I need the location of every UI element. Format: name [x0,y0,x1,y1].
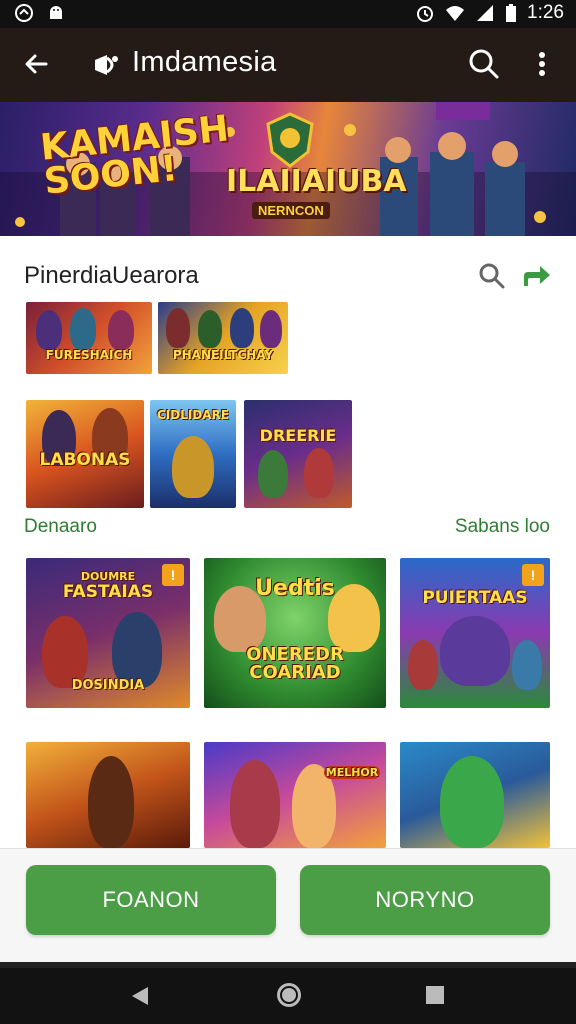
character-art [512,640,542,690]
more-vertical-icon [539,52,545,76]
character-art [108,310,134,350]
character-art [440,756,504,848]
back-arrow-icon [25,54,48,74]
game-thumbnail[interactable]: DREERIE [244,400,352,508]
game-title: CIDLIDARE [156,408,230,422]
row-label-left[interactable]: Denaaro [24,516,97,538]
game-thumbnail[interactable]: MELHOR [204,742,386,848]
banner-emblem-icon [266,112,314,168]
search-icon [469,49,499,79]
status-bar: 1:26 [0,0,576,28]
character-art [230,760,280,848]
game-title: DREERIE [259,426,337,445]
notification-icon [15,4,33,22]
app-bar: Imdamesia [0,28,576,102]
game-thumbnail[interactable]: PHANEILTCHAY [158,302,288,374]
character-art [408,640,438,690]
app-logo-icon [95,55,118,75]
game-thumbnail[interactable] [26,742,190,848]
character-art [230,308,254,348]
character-art [260,310,282,348]
character-art [440,616,510,686]
system-nav-bar [0,968,576,1024]
back-button[interactable] [18,46,54,82]
game-thumbnail[interactable]: LABONAS [26,400,144,508]
alarm-icon [417,6,434,22]
row-label-right[interactable]: Sabans loo [455,516,550,538]
more-options-button[interactable] [528,46,556,82]
nav-back-icon[interactable] [128,984,152,1008]
character-art [214,586,266,652]
game-title: MELHOR [324,766,380,779]
character-art [258,450,288,498]
character-art [328,584,380,652]
signal-icon [477,5,494,21]
game-title: FURESHAICH [45,348,133,362]
status-time: 1:26 [527,2,564,23]
game-title: LABONAS [39,450,131,470]
game-thumbnail[interactable]: FURESHAICH [26,302,152,374]
badge-icon: ! [162,564,184,586]
game-thumbnail[interactable]: Uedtis ONEREDR COARIAD [204,558,386,708]
bottom-action-panel: FOANON NORYNO [0,848,576,962]
character-art [172,436,214,498]
nav-home-icon[interactable] [274,980,304,1010]
game-thumbnail[interactable]: CIDLIDARE [150,400,236,508]
battery-icon [506,4,517,22]
section-search-button[interactable] [478,262,506,290]
game-title: PHANEILTCHAY [172,348,274,362]
app-title: Imdamesia [132,46,277,78]
character-art [304,448,334,498]
character-art [36,310,62,350]
game-thumbnail[interactable] [400,742,550,848]
game-caption: DOSINDIA [71,678,145,693]
game-title: PUIERTAAS [422,588,528,608]
wifi-icon [446,6,465,21]
banner-subtitle: NERNCON [252,202,330,219]
badge-icon: ! [522,564,544,586]
share-icon [524,266,550,286]
search-icon [479,263,505,289]
character-art [70,308,96,350]
android-icon [50,6,62,19]
character-art [198,310,222,348]
search-button[interactable] [466,46,502,82]
banner-title: ILAIIAIUBA [226,164,407,199]
primary-action-button[interactable]: FOANON [26,865,276,935]
share-button[interactable] [522,262,552,290]
character-art [166,308,190,348]
nav-recents-icon[interactable] [424,984,446,1006]
game-caption: COARIAD [249,662,341,683]
game-thumbnail[interactable]: PUIERTAAS ! [400,558,550,708]
featured-banner[interactable]: KAMAISH SOON! ILAIIAIUBA NERNCON [0,102,576,236]
section-title: PinerdiaUearora [24,262,199,289]
secondary-action-button[interactable]: NORYNO [300,865,550,935]
game-thumbnail[interactable]: DOUMRE FASTAIAS DOSINDIA ! [26,558,190,708]
character-art [88,756,134,848]
character-art [112,612,162,688]
